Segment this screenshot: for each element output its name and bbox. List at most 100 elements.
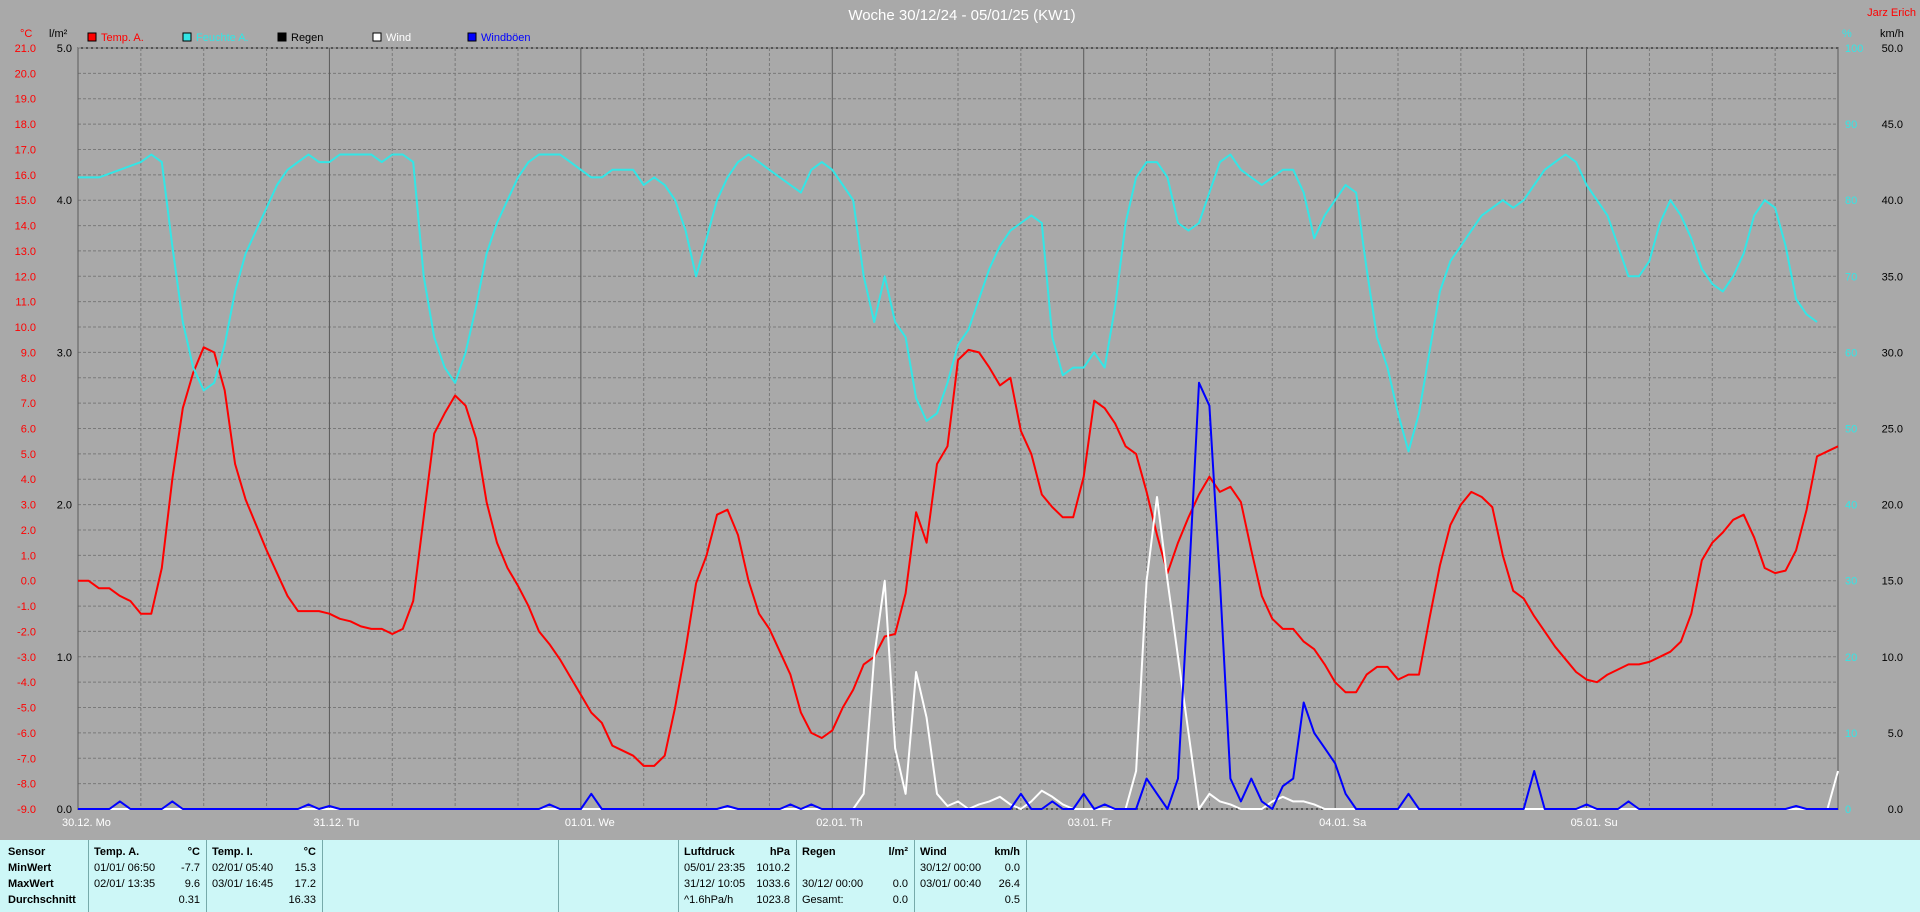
rain-tick-label: 0.0 bbox=[57, 804, 72, 816]
temp-tick-label: 17.0 bbox=[15, 144, 36, 156]
legend-label: Temp. A. bbox=[101, 32, 144, 44]
wind-tick-label: 40.0 bbox=[1882, 195, 1903, 207]
stats-temp-i-col: Temp. I. °C 02/01/ 05:40 15.3 03/01/ 16:… bbox=[206, 840, 323, 912]
stats-temp-a-min-date: 01/01/ 06:50 bbox=[94, 862, 156, 874]
wind-tick-label: 10.0 bbox=[1882, 652, 1903, 664]
legend-swatch bbox=[182, 32, 192, 42]
humidity-tick-label: 0 bbox=[1845, 804, 1851, 816]
temp-tick-label: 18.0 bbox=[15, 119, 36, 131]
legend-swatch bbox=[87, 32, 97, 42]
stats-rain-total-label: Gesamt: bbox=[802, 894, 844, 906]
day-tick-label: 02.01. Th bbox=[816, 817, 862, 829]
temp-tick-label: 15.0 bbox=[15, 195, 36, 207]
stats-temp-a-unit: °C bbox=[187, 846, 200, 858]
stats-wind-max-val: 26.4 bbox=[998, 878, 1020, 890]
wind-tick-label: 35.0 bbox=[1882, 271, 1903, 283]
temp-tick-label: 1.0 bbox=[21, 550, 36, 562]
temp-tick-label: -7.0 bbox=[17, 753, 36, 765]
stats-temp-i-max-date: 03/01/ 16:45 bbox=[212, 878, 274, 890]
rain-tick-label: 4.0 bbox=[57, 195, 72, 207]
stats-pressure-max-date: 31/12/ 10:05 bbox=[684, 878, 746, 890]
stats-temp-i-unit: °C bbox=[303, 846, 316, 858]
temp-tick-label: -6.0 bbox=[17, 728, 36, 740]
stats-pressure-header: Luftdruck bbox=[684, 846, 735, 858]
legend-label: Windböen bbox=[481, 32, 531, 44]
legend-label: Feuchte A. bbox=[196, 32, 249, 44]
stats-temp-a-max-date: 02/01/ 13:35 bbox=[94, 878, 156, 890]
temp-tick-label: 6.0 bbox=[21, 424, 36, 436]
legend-swatch bbox=[372, 32, 382, 42]
legend-swatch bbox=[277, 32, 287, 42]
stats-row-avg: Durchschnitt bbox=[8, 894, 76, 906]
chart-author: Jarz Erich bbox=[1867, 7, 1916, 19]
temp-tick-label: -9.0 bbox=[17, 804, 36, 816]
humidity-tick-label: 70 bbox=[1845, 271, 1857, 283]
temp-tick-label: -8.0 bbox=[17, 779, 36, 791]
temp-tick-label: 10.0 bbox=[15, 322, 36, 334]
stats-pressure-col: Luftdruck hPa 05/01/ 23:35 1010.2 31/12/… bbox=[678, 840, 797, 912]
temp-tick-label: 14.0 bbox=[15, 221, 36, 233]
humidity-tick-label: 90 bbox=[1845, 119, 1857, 131]
humidity-tick-label: 80 bbox=[1845, 195, 1857, 207]
temp-tick-label: 8.0 bbox=[21, 373, 36, 385]
temp-tick-label: 9.0 bbox=[21, 347, 36, 359]
stats-rain-max-val: 0.0 bbox=[892, 878, 908, 890]
rain-tick-label: 3.0 bbox=[57, 347, 72, 359]
stats-wind-avg-val: 0.5 bbox=[1004, 894, 1020, 906]
weather-chart: Woche 30/12/24 - 05/01/25 (KW1) Jarz Eri… bbox=[0, 0, 1920, 840]
stats-row-min: MinWert bbox=[8, 862, 52, 874]
stats-temp-i-header: Temp. I. bbox=[212, 846, 253, 858]
stats-temp-a-avg-val: 0.31 bbox=[178, 894, 200, 906]
wind-tick-label: 0.0 bbox=[1888, 804, 1903, 816]
stats-wind-min-val: 0.0 bbox=[1004, 862, 1020, 874]
stats-temp-a-max-val: 9.6 bbox=[184, 878, 200, 890]
stats-rain-header: Regen bbox=[802, 846, 836, 858]
stats-temp-i-min-val: 15.3 bbox=[294, 862, 316, 874]
day-tick-label: 05.01. Su bbox=[1571, 817, 1618, 829]
stats-pressure-avg-label: ^1.6hPa/h bbox=[684, 894, 734, 906]
wind-tick-label: 20.0 bbox=[1882, 500, 1903, 512]
temp-tick-label: 5.0 bbox=[21, 449, 36, 461]
humidity-tick-label: 60 bbox=[1845, 347, 1857, 359]
stats-pressure-max-val: 1033.6 bbox=[756, 878, 790, 890]
humidity-axis-unit: % bbox=[1842, 28, 1852, 40]
temp-tick-label: -2.0 bbox=[17, 626, 36, 638]
stats-pressure-avg-val: 1023.8 bbox=[756, 894, 790, 906]
wind-tick-label: 25.0 bbox=[1882, 424, 1903, 436]
legend-swatch bbox=[467, 32, 477, 42]
stats-row-max: MaxWert bbox=[8, 878, 54, 890]
day-tick-label: 04.01. Sa bbox=[1319, 817, 1367, 829]
day-tick-label: 31.12. Tu bbox=[313, 817, 359, 829]
humidity-tick-label: 40 bbox=[1845, 500, 1857, 512]
temp-tick-label: 13.0 bbox=[15, 246, 36, 258]
day-tick-label: 30.12. Mo bbox=[62, 817, 111, 829]
temp-tick-label: 12.0 bbox=[15, 271, 36, 283]
temp-axis-unit: °C bbox=[20, 28, 32, 40]
rain-tick-label: 2.0 bbox=[57, 500, 72, 512]
temp-tick-label: 19.0 bbox=[15, 94, 36, 106]
stats-pressure-min-date: 05/01/ 23:35 bbox=[684, 862, 746, 874]
stats-pressure-unit: hPa bbox=[769, 846, 790, 858]
stats-empty-col-1 bbox=[322, 840, 559, 912]
stats-temp-i-min-date: 02/01/ 05:40 bbox=[212, 862, 274, 874]
stats-temp-a-min-val: -7.7 bbox=[181, 862, 200, 874]
rain-tick-label: 5.0 bbox=[57, 43, 72, 55]
stats-wind-max-date: 03/01/ 00:40 bbox=[920, 878, 982, 890]
stats-sensor-col: Sensor MinWert MaxWert Durchschnitt bbox=[0, 840, 89, 912]
humidity-tick-label: 30 bbox=[1845, 576, 1857, 588]
stats-rain-unit: l/m² bbox=[888, 846, 908, 858]
humidity-tick-label: 10 bbox=[1845, 728, 1857, 740]
rain-axis-unit: l/m² bbox=[49, 28, 68, 40]
legend-label: Regen bbox=[291, 32, 323, 44]
temp-tick-label: 20.0 bbox=[15, 68, 36, 80]
chart-title: Woche 30/12/24 - 05/01/25 (KW1) bbox=[848, 7, 1075, 24]
stats-sensor-header: Sensor bbox=[8, 846, 46, 858]
day-tick-label: 03.01. Fr bbox=[1068, 817, 1112, 829]
temp-tick-label: 2.0 bbox=[21, 525, 36, 537]
temp-tick-label: 11.0 bbox=[15, 297, 36, 309]
day-tick-label: 01.01. We bbox=[565, 817, 615, 829]
wind-tick-label: 5.0 bbox=[1888, 728, 1903, 740]
stats-wind-unit: km/h bbox=[994, 846, 1020, 858]
stats-temp-i-avg-val: 16.33 bbox=[288, 894, 316, 906]
humidity-tick-label: 100 bbox=[1845, 43, 1863, 55]
